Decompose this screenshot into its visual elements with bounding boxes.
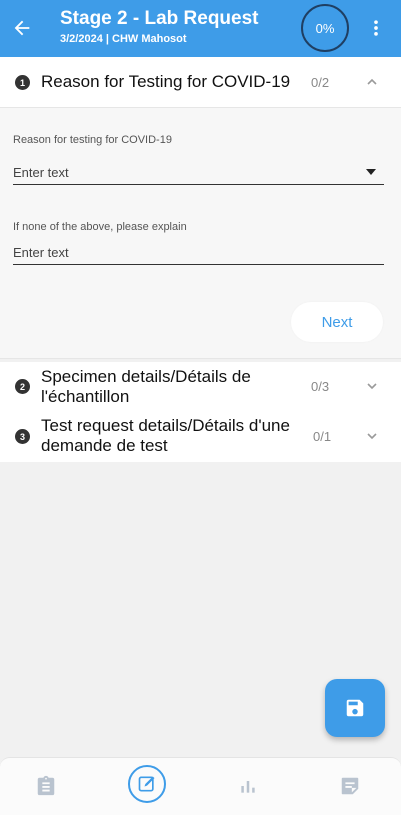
section-header-reason[interactable]: 1 Reason for Testing for COVID-19 0/2: [0, 57, 401, 107]
page-subtitle: 3/2/2024 | CHW Mahosot: [60, 33, 187, 45]
section-number-badge: 2: [15, 379, 30, 394]
bar-chart-icon: [241, 781, 255, 793]
reason-form-card: Reason for testing for COVID-19 Enter te…: [0, 107, 401, 359]
section-title: Test request details/Détails d'une deman…: [41, 416, 290, 455]
app-header: Stage 2 - Lab Request 3/2/2024 | CHW Mah…: [0, 0, 401, 57]
section-header-test-request[interactable]: 3 Test request details/Détails d'une dem…: [0, 410, 401, 462]
page-title: Stage 2 - Lab Request: [60, 8, 259, 29]
explain-placeholder: Enter text: [13, 245, 69, 260]
section-count: 0/1: [313, 429, 332, 444]
progress-indicator: 0%: [301, 4, 349, 52]
section-count: 0/3: [311, 379, 330, 394]
more-vertical-icon: [374, 20, 378, 36]
save-icon: [346, 699, 364, 717]
dropdown-caret-icon: [366, 169, 376, 175]
save-button[interactable]: [325, 679, 385, 737]
nav-clipboard[interactable]: [28, 768, 64, 804]
chevron-up-icon[interactable]: [363, 73, 381, 91]
section-number-badge: 3: [15, 429, 30, 444]
more-options-button[interactable]: [362, 14, 390, 42]
section-title: Reason for Testing for COVID-19: [41, 72, 291, 91]
reason-placeholder: Enter text: [13, 165, 69, 180]
bottom-navigation: [0, 757, 401, 815]
back-button[interactable]: [8, 14, 36, 42]
section-header-specimen[interactable]: 2 Specimen details/Détails de l'échantil…: [0, 362, 401, 410]
reason-label: Reason for testing for COVID-19: [13, 134, 172, 146]
nav-edit[interactable]: [128, 765, 166, 803]
nav-reports[interactable]: [230, 768, 266, 804]
reason-select[interactable]: Enter text: [13, 163, 384, 185]
arrow-left-icon: [14, 20, 30, 36]
explain-label: If none of the above, please explain: [13, 221, 187, 233]
next-button[interactable]: Next: [291, 302, 383, 342]
nav-notes[interactable]: [332, 768, 368, 804]
chevron-down-icon[interactable]: [363, 377, 381, 395]
edit-icon: [138, 776, 155, 792]
section-number-badge: 1: [15, 75, 30, 90]
chevron-down-icon[interactable]: [363, 427, 381, 445]
clipboard-icon: [37, 775, 55, 796]
note-icon: [341, 777, 359, 795]
section-count: 0/2: [311, 75, 330, 90]
explain-input[interactable]: Enter text: [13, 243, 384, 265]
section-title: Specimen details/Détails de l'échantillo…: [41, 367, 251, 406]
